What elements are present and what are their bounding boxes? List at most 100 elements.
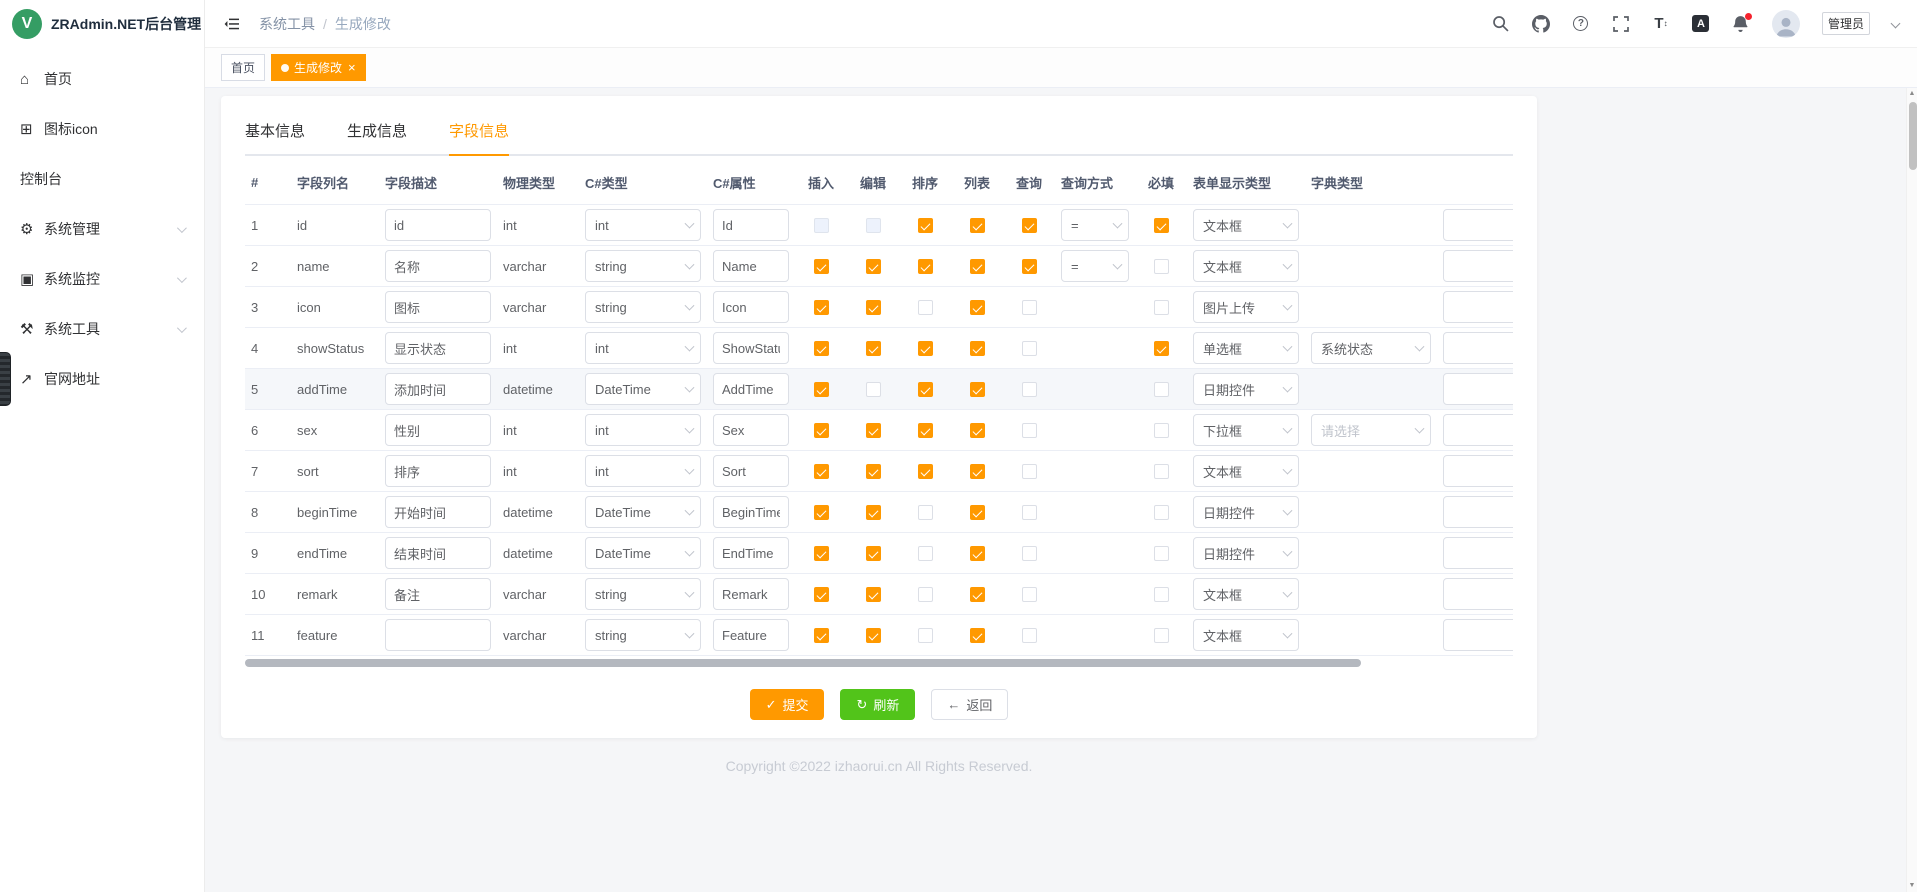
edit-checkbox[interactable] xyxy=(866,218,881,233)
display-type-select[interactable]: 单选框 xyxy=(1193,332,1299,364)
user-dropdown-chevron-icon[interactable] xyxy=(1891,19,1901,29)
sidebar-item-system-management[interactable]: ⚙ 系统管理 xyxy=(0,204,204,254)
query-checkbox[interactable] xyxy=(1022,341,1037,356)
list-checkbox[interactable] xyxy=(970,587,985,602)
display-type-select[interactable]: 文本框 xyxy=(1193,455,1299,487)
required-checkbox[interactable] xyxy=(1154,587,1169,602)
sort-checkbox[interactable] xyxy=(918,341,933,356)
column-desc-input[interactable] xyxy=(385,537,491,569)
query-checkbox[interactable] xyxy=(1022,464,1037,479)
csharp-type-select[interactable]: string xyxy=(585,250,701,282)
query-checkbox[interactable] xyxy=(1022,300,1037,315)
sort-checkbox[interactable] xyxy=(918,587,933,602)
sort-checkbox[interactable] xyxy=(918,218,933,233)
query-method-select[interactable]: = xyxy=(1061,209,1129,241)
display-type-select[interactable]: 日期控件 xyxy=(1193,537,1299,569)
extra-field-input[interactable] xyxy=(1443,619,1513,651)
extra-field-input[interactable] xyxy=(1443,373,1513,405)
user-name[interactable]: 管理员 xyxy=(1822,12,1870,35)
bell-icon[interactable] xyxy=(1732,15,1750,33)
csharp-prop-input[interactable] xyxy=(713,455,789,487)
csharp-type-select[interactable]: DateTime xyxy=(585,373,701,405)
csharp-type-select[interactable]: DateTime xyxy=(585,496,701,528)
edit-checkbox[interactable] xyxy=(866,628,881,643)
column-desc-input[interactable] xyxy=(385,578,491,610)
display-type-select[interactable]: 文本框 xyxy=(1193,250,1299,282)
help-icon[interactable]: ? xyxy=(1572,15,1590,33)
insert-checkbox[interactable] xyxy=(814,423,829,438)
display-type-select[interactable]: 文本框 xyxy=(1193,209,1299,241)
insert-checkbox[interactable] xyxy=(814,341,829,356)
refresh-button[interactable]: ↻ 刷新 xyxy=(840,689,915,720)
edit-checkbox[interactable] xyxy=(866,382,881,397)
list-checkbox[interactable] xyxy=(970,423,985,438)
column-desc-input[interactable] xyxy=(385,209,491,241)
sort-checkbox[interactable] xyxy=(918,300,933,315)
close-icon[interactable]: × xyxy=(348,61,356,74)
column-desc-input[interactable] xyxy=(385,619,491,651)
vertical-scrollbar-thumb[interactable] xyxy=(1909,102,1917,170)
sort-checkbox[interactable] xyxy=(918,382,933,397)
insert-checkbox[interactable] xyxy=(814,464,829,479)
csharp-prop-input[interactable] xyxy=(713,373,789,405)
edit-checkbox[interactable] xyxy=(866,464,881,479)
csharp-prop-input[interactable] xyxy=(713,578,789,610)
list-checkbox[interactable] xyxy=(970,218,985,233)
query-checkbox[interactable] xyxy=(1022,259,1037,274)
required-checkbox[interactable] xyxy=(1154,546,1169,561)
collapse-sidebar-icon[interactable] xyxy=(223,16,241,32)
csharp-type-select[interactable]: string xyxy=(585,291,701,323)
query-checkbox[interactable] xyxy=(1022,505,1037,520)
list-checkbox[interactable] xyxy=(970,300,985,315)
csharp-prop-input[interactable] xyxy=(713,332,789,364)
query-checkbox[interactable] xyxy=(1022,546,1037,561)
extra-field-input[interactable] xyxy=(1443,332,1513,364)
query-checkbox[interactable] xyxy=(1022,628,1037,643)
display-type-select[interactable]: 下拉框 xyxy=(1193,414,1299,446)
app-logo[interactable]: V ZRAdmin.NET后台管理 xyxy=(0,0,204,48)
csharp-type-select[interactable]: string xyxy=(585,578,701,610)
query-checkbox[interactable] xyxy=(1022,423,1037,438)
csharp-type-select[interactable]: int xyxy=(585,332,701,364)
extra-field-input[interactable] xyxy=(1443,496,1513,528)
csharp-type-select[interactable]: DateTime xyxy=(585,537,701,569)
required-checkbox[interactable] xyxy=(1154,300,1169,315)
insert-checkbox[interactable] xyxy=(814,546,829,561)
tab-field-info[interactable]: 字段信息 xyxy=(449,118,509,154)
sidebar-item-website[interactable]: ↗ 官网地址 xyxy=(0,354,204,404)
extra-field-input[interactable] xyxy=(1443,414,1513,446)
insert-checkbox[interactable] xyxy=(814,505,829,520)
required-checkbox[interactable] xyxy=(1154,259,1169,274)
csharp-type-select[interactable]: string xyxy=(585,619,701,651)
csharp-prop-input[interactable] xyxy=(713,414,789,446)
fullscreen-icon[interactable] xyxy=(1612,15,1630,33)
insert-checkbox[interactable] xyxy=(814,587,829,602)
vertical-scrollbar[interactable]: ▲ ▼ xyxy=(1906,88,1917,892)
edit-checkbox[interactable] xyxy=(866,505,881,520)
column-desc-input[interactable] xyxy=(385,455,491,487)
csharp-prop-input[interactable] xyxy=(713,250,789,282)
csharp-type-select[interactable]: int xyxy=(585,209,701,241)
sort-checkbox[interactable] xyxy=(918,423,933,438)
list-checkbox[interactable] xyxy=(970,341,985,356)
submit-button[interactable]: ✓ 提交 xyxy=(750,689,825,720)
extra-field-input[interactable] xyxy=(1443,209,1513,241)
display-type-select[interactable]: 文本框 xyxy=(1193,578,1299,610)
edit-checkbox[interactable] xyxy=(866,300,881,315)
scroll-up-arrow-icon[interactable]: ▲ xyxy=(1907,88,1917,100)
column-desc-input[interactable] xyxy=(385,291,491,323)
sort-checkbox[interactable] xyxy=(918,546,933,561)
csharp-prop-input[interactable] xyxy=(713,209,789,241)
insert-checkbox[interactable] xyxy=(814,628,829,643)
insert-checkbox[interactable] xyxy=(814,259,829,274)
extra-field-input[interactable] xyxy=(1443,537,1513,569)
csharp-prop-input[interactable] xyxy=(713,619,789,651)
required-checkbox[interactable] xyxy=(1154,628,1169,643)
query-checkbox[interactable] xyxy=(1022,218,1037,233)
csharp-prop-input[interactable] xyxy=(713,291,789,323)
back-button[interactable]: ← 返回 xyxy=(931,689,1008,720)
edit-checkbox[interactable] xyxy=(866,587,881,602)
sidebar-item-home[interactable]: ⌂ 首页 xyxy=(0,54,204,104)
extra-field-input[interactable] xyxy=(1443,291,1513,323)
insert-checkbox[interactable] xyxy=(814,218,829,233)
